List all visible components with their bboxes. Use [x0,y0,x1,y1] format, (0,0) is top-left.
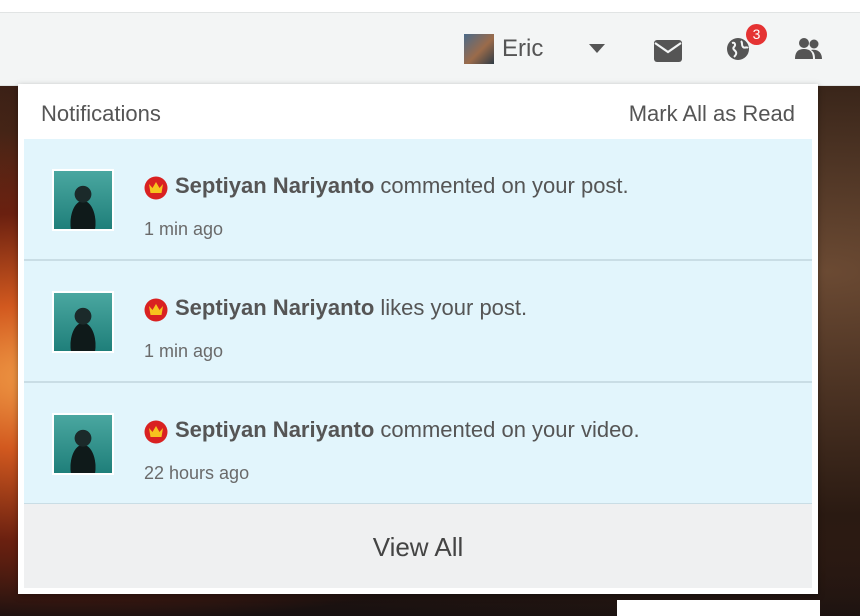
notification-item[interactable]: Septiyan Nariyanto likes your post. 1 mi… [24,261,812,383]
crown-badge-icon [144,298,168,327]
top-strip [0,0,860,12]
notification-item[interactable]: Septiyan Nariyanto commented on your pos… [24,139,812,261]
avatar [52,291,114,353]
chevron-down-icon[interactable] [589,44,605,53]
crown-badge-icon [144,176,168,205]
notifications-header: Notifications Mark All as Read [18,84,818,140]
avatar [52,169,114,231]
notification-action: likes your post. [380,295,528,320]
globe-icon[interactable] [726,37,750,66]
notification-user[interactable]: Septiyan Nariyanto [175,173,374,198]
user-name: Eric [502,35,544,62]
notification-time: 1 min ago [144,341,224,361]
notification-action: commented on your video. [380,417,640,442]
notification-count-badge: 3 [746,24,767,45]
background-panel-edge [617,600,820,616]
notification-item[interactable]: Septiyan Nariyanto commented on your vid… [24,383,812,505]
notification-time: 22 hours ago [144,463,250,483]
user-menu[interactable]: Eric [464,34,543,64]
crown-badge-icon [144,420,168,449]
mark-all-read-link[interactable]: Mark All as Read [629,101,795,127]
notification-user[interactable]: Septiyan Nariyanto [175,295,374,320]
mail-icon[interactable] [654,40,682,67]
notification-text: Septiyan Nariyanto commented on your pos… [175,173,629,199]
avatar [52,413,114,475]
notification-action: commented on your post. [380,173,629,198]
notifications-dropdown: Notifications Mark All as Read Septiyan … [18,84,818,594]
notification-text: Septiyan Nariyanto likes your post. [175,295,527,321]
notification-list: Septiyan Nariyanto commented on your pos… [24,139,812,505]
people-icon[interactable] [795,37,823,66]
notification-text: Septiyan Nariyanto commented on your vid… [175,417,640,443]
view-all-button[interactable]: View All [24,504,812,588]
notification-time: 1 min ago [144,219,224,239]
notifications-title: Notifications [41,101,161,126]
notification-user[interactable]: Septiyan Nariyanto [175,417,374,442]
avatar [464,34,494,64]
